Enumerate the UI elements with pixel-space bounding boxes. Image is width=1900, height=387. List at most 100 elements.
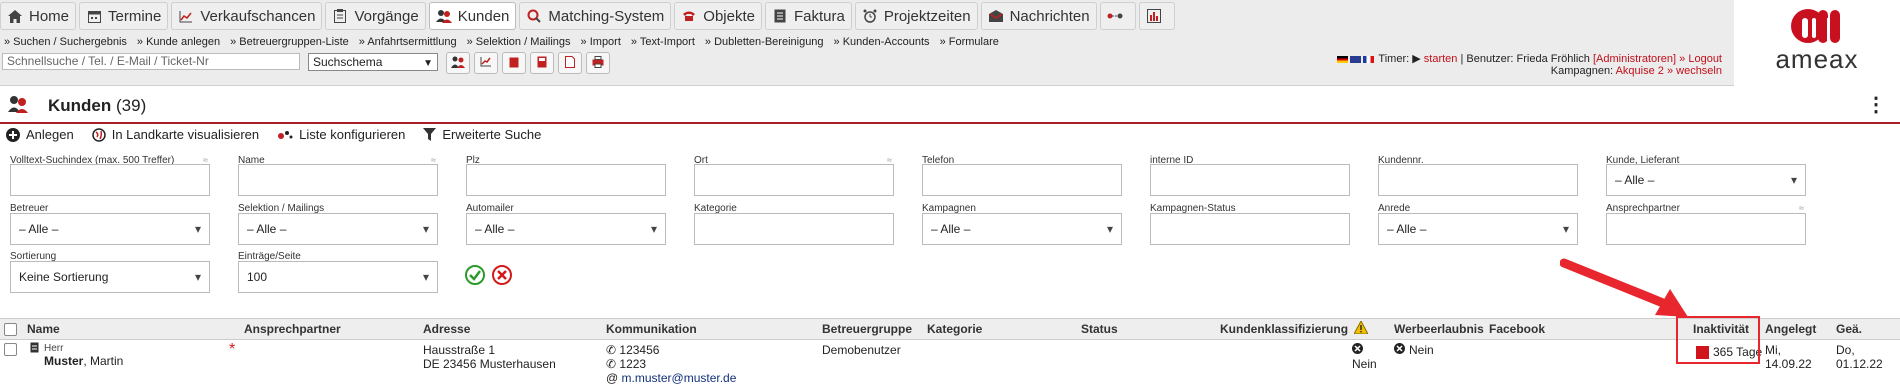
nav-projektzeiten[interactable]: Projektzeiten — [854, 2, 978, 30]
nav-vorgaenge[interactable]: Vorgänge — [325, 2, 426, 30]
ort-input[interactable] — [694, 164, 894, 196]
customer-name[interactable]: Muster, Martin — [44, 354, 123, 368]
col-ansprechpartner[interactable]: Ansprechpartner — [244, 322, 341, 336]
col-betreuergruppe[interactable]: Betreuergruppe — [822, 322, 912, 336]
document-icon[interactable] — [30, 342, 39, 356]
flag-fr-icon[interactable] — [1362, 55, 1374, 63]
col-kommunikation[interactable]: Kommunikation — [606, 322, 697, 336]
betreuer-select[interactable]: – Alle – — [10, 213, 210, 245]
print-button[interactable] — [586, 52, 610, 74]
alarm-clock-icon — [862, 8, 878, 24]
col-adresse[interactable]: Adresse — [423, 322, 470, 336]
flag-uk-icon[interactable] — [1349, 55, 1361, 63]
nav-objekte[interactable]: Objekte — [674, 2, 762, 30]
kategorie-input[interactable] — [694, 213, 894, 245]
col-status[interactable]: Status — [1081, 322, 1118, 336]
advanced-search-label: Erweiterte Suche — [442, 127, 542, 142]
col-kategorie[interactable]: Kategorie — [927, 322, 982, 336]
nav-nachrichten[interactable]: Nachrichten — [980, 2, 1097, 30]
interne-id-input[interactable] — [1150, 164, 1350, 196]
users-icon — [8, 95, 28, 116]
name-input[interactable] — [238, 164, 438, 196]
phone-2[interactable]: ✆ 1223 — [606, 357, 646, 371]
subnav-link[interactable]: » Formulare — [940, 36, 999, 48]
ansprechpartner-input[interactable] — [1606, 213, 1806, 245]
resize-icon: ≈ — [887, 155, 892, 165]
subnav-link[interactable]: » Kunde anlegen — [137, 36, 220, 48]
col-geaendert[interactable]: Geä. — [1836, 322, 1862, 336]
klassifizierung-value: Nein — [1352, 357, 1377, 371]
col-name[interactable]: Name — [27, 322, 60, 336]
geaendert-date: 01.12.22 — [1836, 357, 1883, 371]
page-title-text: Kunden — [48, 96, 112, 115]
reset-filter-button[interactable] — [492, 265, 512, 288]
plz-input[interactable] — [466, 164, 666, 196]
selektion-select[interactable]: – Alle – — [238, 213, 438, 245]
subnav-link[interactable]: » Anfahrtsermittlung — [359, 36, 457, 48]
phone-1[interactable]: ✆ 123456 — [606, 343, 659, 357]
nav-home[interactable]: Home — [0, 2, 77, 30]
geaendert-day: Do, — [1836, 343, 1855, 357]
annotation-arrow-icon — [1560, 258, 1688, 317]
volltext-input[interactable] — [10, 164, 210, 196]
map-visualize-button[interactable]: In Landkarte visualisieren — [91, 127, 260, 142]
action-bar: Anlegen In Landkarte visualisieren Liste… — [6, 127, 559, 142]
telefon-input[interactable] — [922, 164, 1122, 196]
nav-verkaufschancen[interactable]: Verkaufschancen — [171, 2, 323, 30]
logout-link[interactable]: » Logout — [1679, 53, 1722, 65]
apply-filter-button[interactable] — [465, 265, 485, 288]
kampagnen-select[interactable]: – Alle – — [922, 213, 1122, 245]
col-werbeerlaubnis[interactable]: Werbeerlaubnis — [1394, 322, 1484, 336]
col-angelegt[interactable]: Angelegt — [1765, 322, 1816, 336]
sortierung-select[interactable]: Keine Sortierung — [10, 261, 210, 293]
search-schema-select[interactable]: Suchschema ▼ — [308, 53, 438, 71]
subnav-link[interactable]: » Selektion / Mailings — [467, 36, 571, 48]
eintraege-select[interactable]: 100 — [238, 261, 438, 293]
flag-de-icon[interactable] — [1336, 55, 1348, 63]
more-menu-icon[interactable]: ⋮ — [1866, 92, 1886, 117]
nav-kunden[interactable]: Kunden — [428, 2, 517, 30]
campaign-value[interactable]: Akquise 2 — [1616, 65, 1664, 77]
anrede-select[interactable]: – Alle – — [1378, 213, 1578, 245]
map-visualize-label: In Landkarte visualisieren — [111, 127, 260, 142]
select-all-checkbox[interactable] — [4, 323, 17, 336]
subnav-link[interactable]: » Suchen / Suchergebnis — [4, 36, 127, 48]
bar-chart-icon — [1146, 8, 1162, 24]
timer-start-link[interactable]: starten — [1424, 53, 1458, 65]
nav-matching-system[interactable]: Matching-System — [519, 2, 672, 30]
clipboard-icon — [332, 8, 348, 24]
chart-button[interactable] — [474, 52, 498, 74]
email[interactable]: @ m.muster@muster.de — [606, 371, 736, 385]
add-button[interactable]: Anlegen — [6, 127, 74, 142]
col-kundenklassifizierung[interactable]: Kundenklassifizierung — [1220, 322, 1348, 336]
row-checkbox[interactable] — [4, 343, 17, 356]
automailer-select[interactable]: – Alle – — [466, 213, 666, 245]
configure-list-button[interactable]: Liste konfigurieren — [277, 127, 405, 142]
kunde-lieferant-select[interactable]: – Alle – — [1606, 164, 1806, 196]
nav-faktura[interactable]: Faktura — [764, 2, 852, 30]
subnav-link[interactable]: » Kunden-Accounts — [834, 36, 930, 48]
table-row[interactable]: Herr Muster, Martin * Hausstraße 1 DE 23… — [0, 340, 1900, 387]
subnav-link[interactable]: » Dubletten-Bereinigung — [705, 36, 824, 48]
kampagnen-status-input[interactable] — [1150, 213, 1350, 245]
book-button[interactable] — [530, 52, 554, 74]
subnav-link[interactable]: » Text-Import — [631, 36, 695, 48]
customers-button[interactable] — [446, 52, 470, 74]
email-link[interactable]: m.muster@muster.de — [622, 371, 737, 385]
highlight-box — [1676, 316, 1760, 364]
chevron-down-icon: ▼ — [423, 58, 433, 69]
subnav-link[interactable]: » Import — [581, 36, 621, 48]
nav-extra-1[interactable] — [1099, 2, 1136, 30]
quick-search-input[interactable]: Schnellsuche / Tel. / E-Mail / Ticket-Nr — [2, 53, 300, 70]
nav-termine[interactable]: Termine — [79, 2, 169, 30]
resize-icon: ≈ — [203, 155, 208, 165]
clipboard-button[interactable] — [502, 52, 526, 74]
kundennr-input[interactable] — [1378, 164, 1578, 196]
pdf-button[interactable] — [558, 52, 582, 74]
campaign-switch-link[interactable]: » wechseln — [1667, 65, 1722, 77]
subnav-link[interactable]: » Betreuergruppen-Liste — [230, 36, 349, 48]
col-facebook[interactable]: Facebook — [1489, 322, 1545, 336]
advanced-search-button[interactable]: Erweiterte Suche — [423, 127, 541, 142]
user-role: [Administratoren] — [1592, 53, 1677, 65]
nav-extra-2[interactable] — [1138, 2, 1175, 30]
